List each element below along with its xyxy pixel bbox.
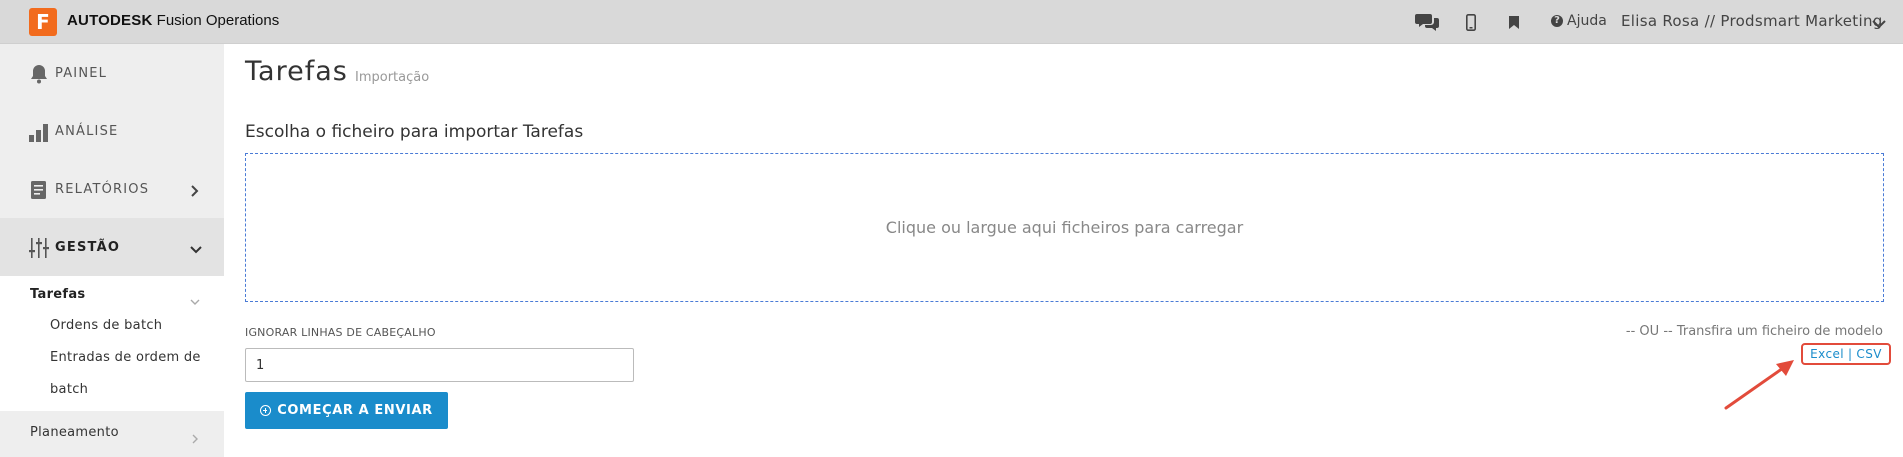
bar-chart-icon [28, 121, 50, 143]
section-title: Escolha o ficheiro para importar Tarefas [245, 122, 584, 142]
sidebar-item-label: RELATÓRIOS [55, 181, 150, 197]
sidebar-item-ordens-de-batch[interactable]: Ordens de batch [50, 318, 162, 333]
sidebar-item-label: GESTÃO [55, 239, 121, 255]
sidebar-item-painel[interactable]: PAINEL [0, 44, 224, 102]
page-subtitle: Importação [355, 70, 430, 85]
ignore-lines-input[interactable] [245, 348, 634, 382]
chat-icon[interactable] [1414, 10, 1440, 34]
user-menu[interactable]: Elisa Rosa // Prodsmart Marketing [1621, 12, 1883, 30]
chevron-down-icon [190, 240, 202, 259]
sidebar-item-relatorios[interactable]: RELATÓRIOS [0, 160, 224, 218]
bell-icon [28, 63, 50, 85]
sidebar-item-label: ANÁLISE [55, 123, 119, 139]
sidebar-item-analise[interactable]: ANÁLISE [0, 102, 224, 160]
template-links: Excel | CSV [1801, 343, 1891, 365]
sidebar-item-entradas-de-ordem[interactable]: Entradas de ordem de [50, 350, 201, 365]
top-bar: F AUTODESK Fusion Operations ? Ajuda Eli… [0, 0, 1903, 44]
sliders-icon [28, 237, 50, 259]
chevron-right-icon [192, 429, 199, 448]
excel-template-link[interactable]: Excel [1810, 347, 1844, 361]
sidebar-item-entradas-de-ordem-cont[interactable]: batch [50, 382, 88, 397]
brand-name: AUTODESK Fusion Operations [67, 12, 279, 29]
annotation-arrow-icon [1724, 360, 1794, 410]
sidebar-item-gestao[interactable]: GESTÃO [0, 218, 224, 276]
help-link[interactable]: ? Ajuda [1551, 13, 1607, 29]
document-icon [28, 179, 50, 201]
start-upload-label: COMEÇAR A ENVIAR [277, 403, 433, 418]
dropzone-text: Clique ou largue aqui ficheiros para car… [885, 218, 1244, 237]
sidebar: PAINEL ANÁLISE RELATÓRIOS GESTÃO Tarefas… [0, 44, 224, 457]
sidebar-item-label: Planeamento [30, 425, 119, 440]
question-icon: ? [1551, 15, 1563, 27]
brand-company: AUTODESK [67, 12, 153, 29]
sidebar-item-planeamento[interactable]: Planeamento [0, 413, 224, 457]
chevron-down-icon [190, 291, 200, 310]
page-title: Tarefas [245, 56, 348, 87]
app-logo[interactable]: F [29, 8, 57, 36]
sidebar-submenu: Tarefas Ordens de batch Entradas de orde… [0, 276, 224, 411]
bookmark-icon[interactable] [1508, 10, 1520, 34]
csv-template-link[interactable]: CSV [1856, 347, 1881, 361]
link-separator: | [1847, 347, 1853, 361]
ignore-lines-label: IGNORAR LINHAS DE CABEÇALHO [245, 326, 436, 339]
mobile-icon[interactable] [1464, 10, 1478, 34]
chevron-right-icon [190, 182, 200, 201]
help-label: Ajuda [1567, 13, 1607, 29]
chevron-down-icon[interactable] [1872, 14, 1886, 33]
template-download-text: -- OU -- Transfira um ficheiro de modelo [1625, 324, 1883, 339]
sidebar-item-tarefas[interactable]: Tarefas [30, 287, 85, 302]
brand-product: Fusion Operations [156, 12, 280, 29]
file-dropzone[interactable]: Clique ou largue aqui ficheiros para car… [245, 153, 1884, 302]
sidebar-item-label: PAINEL [55, 65, 108, 81]
start-upload-button[interactable]: COMEÇAR A ENVIAR [245, 392, 448, 429]
plus-circle-icon [260, 405, 272, 416]
